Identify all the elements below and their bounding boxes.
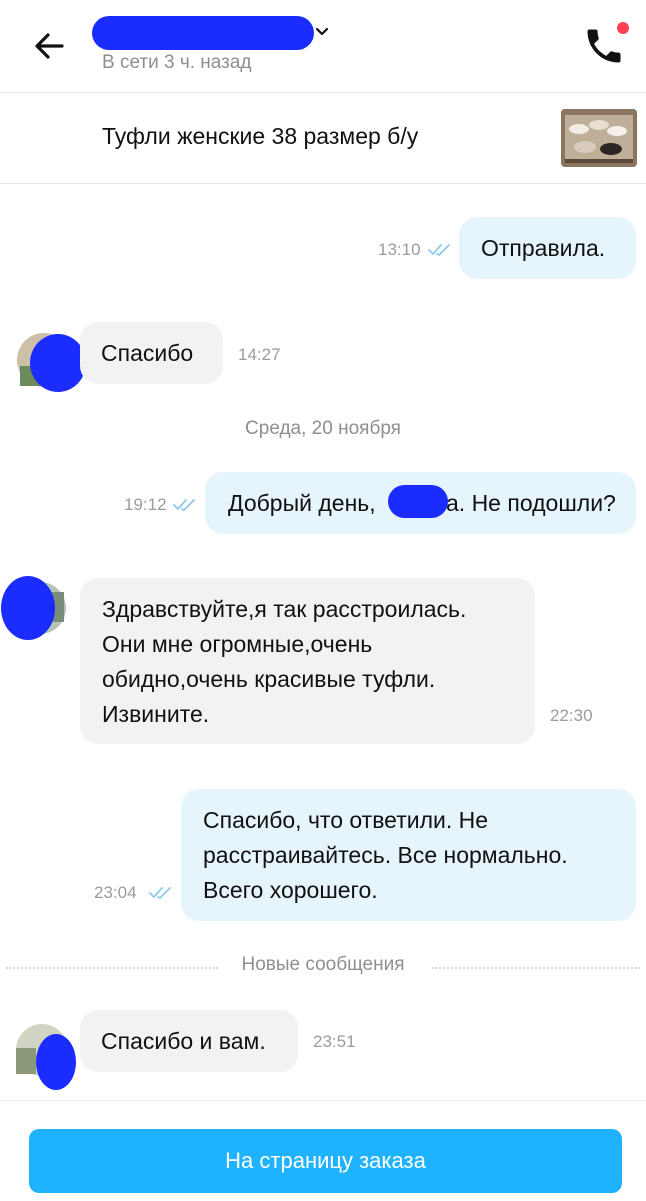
read-ticks-icon — [149, 887, 171, 899]
chat-header: ва В сети 3 ч. назад — [0, 0, 646, 93]
message-time: 19:12 — [124, 495, 167, 514]
message-bubble-incoming[interactable]: Здравствуйте,я так расстроилась. Они мне… — [80, 578, 535, 744]
message-time: 23:51 — [313, 1032, 356, 1051]
new-messages-label: Новые сообщения — [241, 954, 405, 975]
message-text: Спасибо — [101, 340, 194, 366]
message-line: Здравствуйте,я так расстроилась. — [102, 596, 467, 622]
message-time: 14:27 — [238, 345, 281, 364]
read-ticks-icon — [173, 499, 195, 511]
redaction-mark — [92, 16, 314, 50]
avatar[interactable] — [0, 572, 70, 642]
back-button[interactable] — [30, 26, 70, 66]
message-line: Они мне огромные,очень — [102, 631, 373, 657]
message-bubble-incoming[interactable]: Спасибо и вам. — [80, 1010, 298, 1072]
avatar[interactable] — [14, 1018, 76, 1090]
shoes-image — [561, 109, 637, 167]
avatar-image — [16, 1024, 76, 1090]
avatar-image — [1, 576, 66, 640]
message-line: расстраивайтесь. Все нормально. — [203, 842, 568, 868]
message-line: Всего хорошего. — [203, 877, 378, 903]
separator-line — [432, 967, 640, 969]
redaction-mark — [388, 485, 448, 518]
message-bubble-outgoing[interactable]: Добрый день, а. Не подошли? — [205, 472, 636, 534]
read-ticks-icon — [428, 244, 450, 256]
message-bubble-outgoing[interactable]: Отправила. — [459, 217, 636, 279]
message-bubble-outgoing[interactable]: Спасибо, что ответили. Не расстраивайтес… — [181, 789, 636, 921]
message-text: Спасибо, что ответили. Не расстраивайтес… — [203, 803, 568, 908]
product-title: Туфли женские 38 размер б/у — [102, 123, 419, 149]
message-line: Извините. — [102, 701, 210, 727]
message-time: 23:04 — [94, 883, 137, 902]
new-messages-separator: Новые сообщения — [0, 954, 646, 980]
back-arrow-icon — [35, 33, 64, 59]
avatar-image — [17, 333, 86, 392]
online-status: В сети 3 ч. назад — [102, 52, 252, 73]
product-thumbnail[interactable] — [561, 109, 637, 167]
message-text: Здравствуйте,я так расстроилась. Они мне… — [102, 592, 466, 732]
message-text: Отправила. — [481, 235, 606, 261]
avatar[interactable] — [14, 330, 86, 392]
date-separator: Среда, 20 ноября — [245, 418, 401, 439]
chevron-down-icon[interactable] — [314, 24, 330, 40]
product-banner[interactable]: Туфли женские 38 размер б/у — [0, 93, 646, 184]
message-time: 22:30 — [550, 706, 593, 725]
go-to-order-button[interactable]: На страницу заказа — [29, 1129, 622, 1193]
message-line: обидно,очень красивые туфли. — [102, 666, 436, 692]
message-line: Спасибо, что ответили. Не — [203, 807, 489, 833]
message-time: 13:10 — [378, 240, 421, 259]
message-text-part-1: Добрый день, — [228, 490, 376, 516]
message-text-part-2: а. Не подошли? — [446, 490, 616, 516]
notification-dot — [617, 22, 629, 34]
message-bubble-incoming[interactable]: Спасибо — [80, 322, 223, 384]
message-text: Спасибо и вам. — [101, 1028, 266, 1054]
